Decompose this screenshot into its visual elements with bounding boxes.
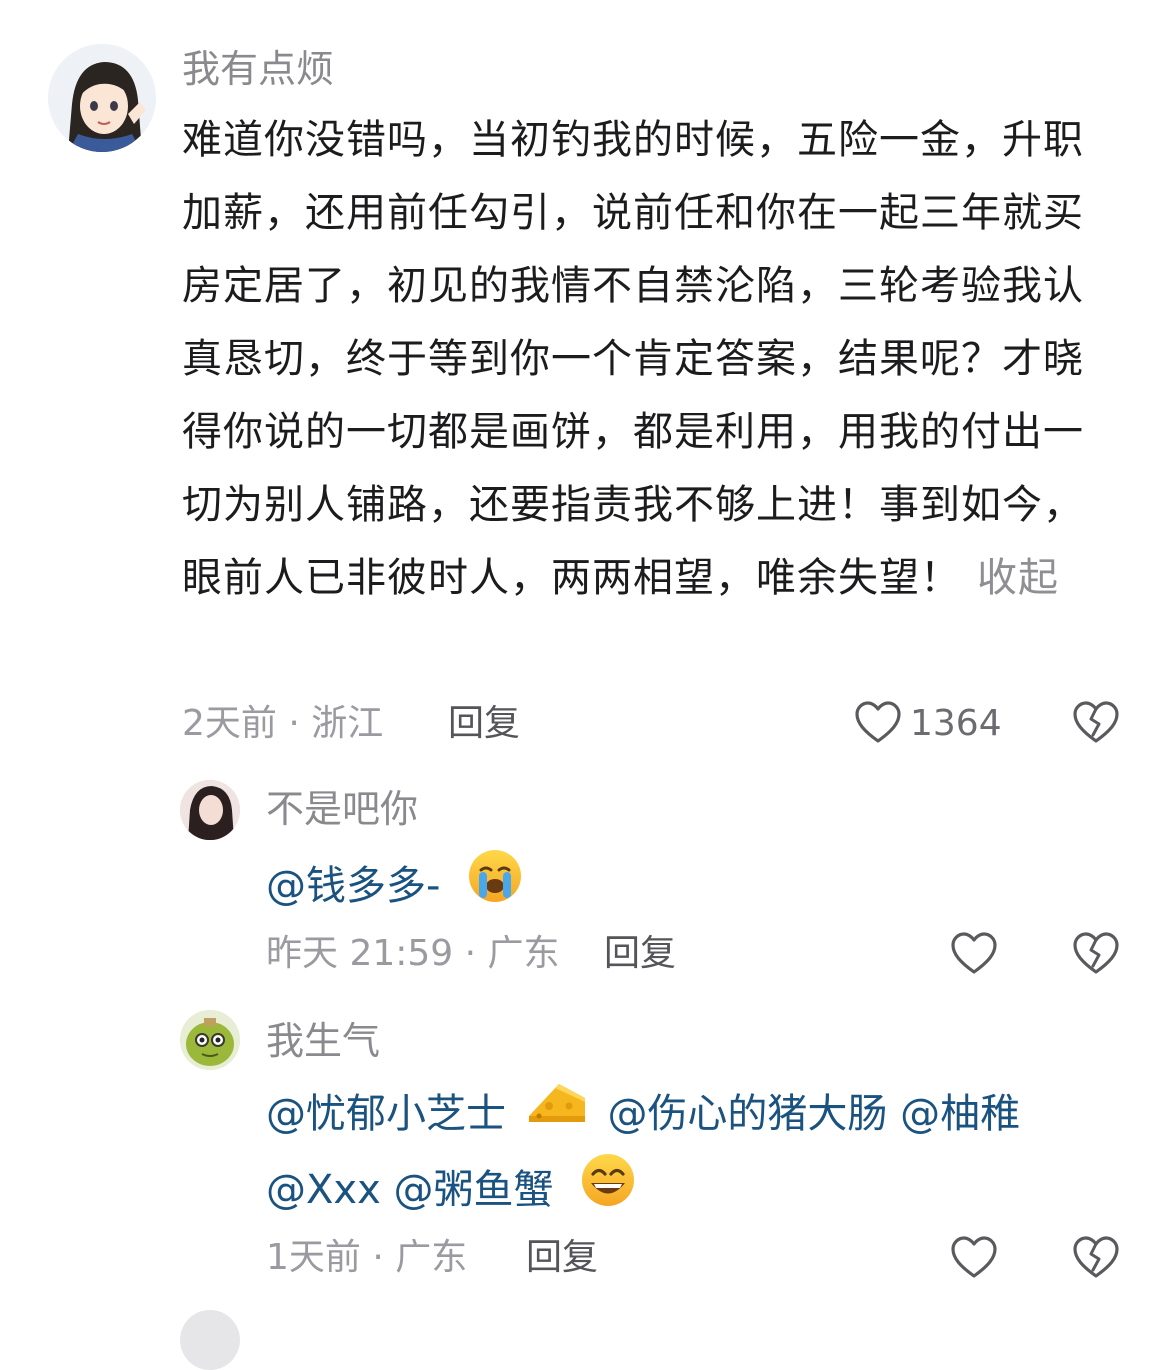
heart-outline-icon — [951, 932, 997, 974]
reply-username[interactable]: 不是吧你 — [266, 786, 418, 832]
avatar-photo — [180, 780, 240, 840]
like-button[interactable] — [948, 928, 1000, 980]
avatar-illustration — [48, 44, 156, 152]
comment-meta: 2天前 · 浙江 — [182, 703, 384, 744]
cheese-emoji — [525, 1076, 589, 1156]
reply-body: @忧郁小芝士 @伤心的猪大肠 @柚稚 — [266, 1076, 1020, 1156]
next-reply-avatar — [180, 1310, 240, 1370]
heart-outline-icon — [855, 701, 901, 743]
collapse-button[interactable]: 收起 — [977, 555, 1059, 601]
dislike-button[interactable] — [1070, 928, 1122, 980]
reply-button[interactable]: 回复 — [604, 932, 676, 976]
mention-link[interactable]: @粥鱼蟹 — [393, 1167, 553, 1213]
like-count: 1364 — [910, 703, 1002, 744]
mention-link[interactable]: @钱多多- — [266, 863, 440, 909]
comment-body: 难道你没错吗，当初钓我的时候，五险一金，升职加薪，还用前任勾引，说前任和你在一起… — [182, 104, 1092, 615]
avatar[interactable] — [48, 44, 156, 152]
reply-meta: 1天前 · 广东 — [266, 1237, 468, 1278]
like-button[interactable] — [948, 1232, 1000, 1284]
dislike-button[interactable] — [1070, 1232, 1122, 1284]
broken-heart-icon — [1073, 701, 1119, 743]
loudly-crying-face-emoji — [465, 846, 525, 930]
grinning-face-emoji — [578, 1150, 638, 1234]
avatar-cartoon — [180, 1010, 240, 1070]
mention-link[interactable]: @柚稚 — [900, 1091, 1020, 1137]
mention-link[interactable]: @伤心的猪大肠 — [607, 1091, 887, 1137]
comment-text: 难道你没错吗，当初钓我的时候，五险一金，升职加薪，还用前任勾引，说前任和你在一起… — [182, 117, 1084, 601]
broken-heart-icon — [1073, 932, 1119, 974]
like-button[interactable] — [852, 697, 904, 749]
dislike-button[interactable] — [1070, 697, 1122, 749]
reply-button[interactable]: 回复 — [526, 1236, 598, 1280]
reply-meta: 昨天 21:59 · 广东 — [266, 933, 560, 974]
reply-username[interactable]: 我生气 — [266, 1018, 380, 1064]
broken-heart-icon — [1073, 1236, 1119, 1278]
mention-link[interactable]: @忧郁小芝士 — [266, 1091, 506, 1137]
reply-avatar[interactable] — [180, 1010, 240, 1070]
reply-body: @钱多多- — [266, 846, 525, 930]
heart-outline-icon — [951, 1236, 997, 1278]
mention-link[interactable]: @Xxx — [266, 1167, 381, 1213]
comment-username[interactable]: 我有点烦 — [182, 46, 334, 92]
reply-button[interactable]: 回复 — [448, 702, 520, 746]
reply-avatar[interactable] — [180, 780, 240, 840]
reply-body-line-2: @Xxx @粥鱼蟹 — [266, 1150, 638, 1234]
